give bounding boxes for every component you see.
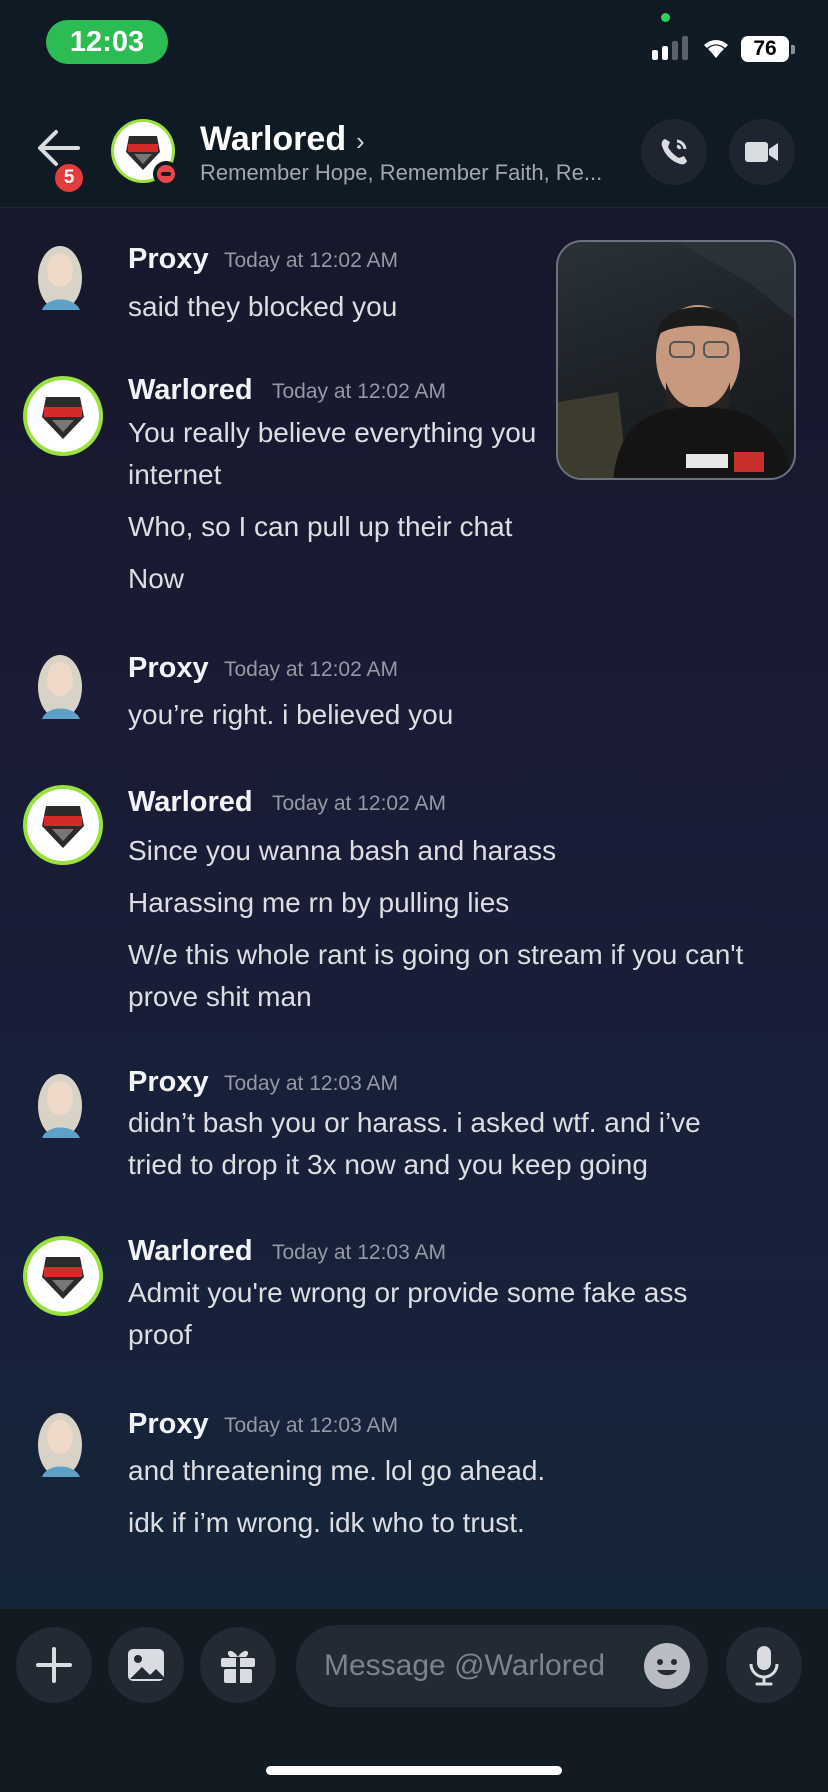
- message-timestamp: Today at 12:02 AM: [224, 249, 398, 272]
- message-text: Admit you're wrong or provide some fake …: [128, 1277, 688, 1308]
- contact-status: Remember Hope, Remember Faith, Re...: [200, 160, 603, 185]
- image-button[interactable]: [108, 1627, 184, 1703]
- message-author[interactable]: Warlored: [128, 1235, 253, 1268]
- message-author[interactable]: Warlored: [128, 786, 253, 819]
- avatar[interactable]: [22, 238, 104, 320]
- avatar[interactable]: [22, 1405, 104, 1487]
- message-timestamp: Today at 12:03 AM: [272, 1241, 446, 1264]
- video-call-button[interactable]: [729, 119, 795, 185]
- message-author[interactable]: Proxy: [128, 243, 209, 276]
- avatar[interactable]: [22, 784, 104, 866]
- message-text: and threatening me. lol go ahead.: [128, 1455, 546, 1486]
- message-author[interactable]: Proxy: [128, 652, 209, 685]
- message-text: you’re right. i believed you: [128, 699, 454, 730]
- message-timestamp: Today at 12:03 AM: [224, 1072, 398, 1095]
- status-time: 12:03: [46, 20, 168, 64]
- avatar[interactable]: [22, 647, 104, 729]
- message-text: Now: [128, 563, 185, 594]
- message-timestamp: Today at 12:02 AM: [272, 380, 446, 403]
- message-timestamp: Today at 12:02 AM: [272, 792, 446, 815]
- message-timestamp: Today at 12:03 AM: [224, 1414, 398, 1437]
- voice-message-button[interactable]: [726, 1627, 802, 1703]
- home-indicator[interactable]: [266, 1766, 562, 1775]
- video-preview[interactable]: [556, 240, 796, 480]
- message-text: Harassing me rn by pulling lies: [128, 887, 510, 918]
- message-text: tried to drop it 3x now and you keep goi…: [128, 1149, 648, 1180]
- microphone-icon: [749, 1646, 779, 1686]
- message-text: prove shit man: [128, 981, 312, 1012]
- camera-indicator-icon: [661, 13, 670, 22]
- message-text: Since you wanna bash and harass: [128, 835, 557, 866]
- image-icon: [128, 1649, 164, 1681]
- emoji-face-icon: [657, 1659, 677, 1676]
- video-camera-icon: [745, 142, 778, 162]
- message-text: Who, so I can pull up their chat: [128, 511, 513, 542]
- message-author[interactable]: Proxy: [128, 1066, 209, 1099]
- battery-indicator: 76: [741, 36, 795, 62]
- voice-call-button[interactable]: [641, 119, 707, 185]
- avatar[interactable]: [22, 1235, 104, 1317]
- message-text: idk if i’m wrong. idk who to trust.: [128, 1507, 525, 1538]
- gift-icon: [221, 1650, 255, 1683]
- do-not-disturb-icon: [153, 161, 179, 187]
- avatar[interactable]: [22, 1066, 104, 1148]
- phone-icon: [661, 139, 687, 165]
- message-timestamp: Today at 12:02 AM: [224, 658, 398, 681]
- plus-icon: [36, 1647, 72, 1683]
- contact-name[interactable]: Warlored: [200, 120, 346, 159]
- emoji-icon[interactable]: [644, 1643, 690, 1689]
- add-attachment-button[interactable]: [16, 1627, 92, 1703]
- unread-badge: 5: [52, 161, 86, 195]
- wifi-icon: [704, 40, 728, 58]
- webcam-feed-image: [558, 242, 794, 478]
- message-text: proof: [128, 1319, 192, 1350]
- cellular-signal-icon: [652, 36, 688, 60]
- message-text: W/e this whole rant is going on stream i…: [128, 939, 744, 970]
- chevron-right-icon[interactable]: ›: [356, 126, 365, 157]
- message-text: didn’t bash you or harass. i asked wtf. …: [128, 1107, 701, 1138]
- message-author[interactable]: Proxy: [128, 1408, 209, 1441]
- avatar[interactable]: [22, 375, 104, 457]
- gift-button[interactable]: [200, 1627, 276, 1703]
- message-author[interactable]: Warlored: [128, 374, 253, 407]
